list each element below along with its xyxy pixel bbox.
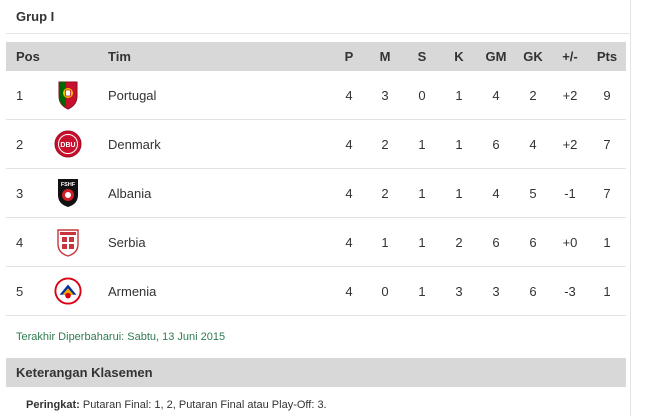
stat-points: 9 (603, 87, 611, 103)
stat-played: 4 (345, 234, 353, 250)
stat-goal-diff: -1 (564, 185, 576, 201)
team-name-link[interactable]: Albania (108, 169, 151, 217)
stat-drawn: 1 (418, 234, 426, 250)
stat-goals-for: 4 (492, 185, 500, 201)
stat-won: 2 (381, 185, 389, 201)
table-row: 5 Armenia 4 0 1 3 3 6 -3 1 (6, 267, 626, 316)
stat-goals-for: 6 (492, 136, 500, 152)
stat-points: 1 (603, 283, 611, 299)
stat-lost: 2 (455, 234, 463, 250)
albania-crest-text: FSHF (61, 182, 76, 188)
stat-goals-for: 6 (492, 234, 500, 250)
stat-goal-diff: +0 (562, 234, 578, 250)
stat-lost: 1 (455, 185, 463, 201)
serbia-crest-icon (54, 218, 82, 266)
stat-goals-against: 2 (529, 87, 537, 103)
stat-goal-diff: +2 (562, 136, 578, 152)
table-row: 1 Portugal 4 3 0 1 4 2 +2 9 (6, 71, 626, 120)
header-won: M (379, 49, 391, 64)
row-pos: 4 (16, 234, 24, 250)
stat-goal-diff: -3 (564, 283, 576, 299)
row-pos: 5 (16, 283, 24, 299)
header-played: P (344, 49, 354, 64)
row-pos: 3 (16, 185, 24, 201)
header-pos: Pos (16, 49, 40, 64)
stat-won: 1 (381, 234, 389, 250)
stat-won: 2 (381, 136, 389, 152)
stat-goal-diff: +2 (562, 87, 578, 103)
stat-drawn: 1 (418, 283, 426, 299)
stat-lost: 3 (455, 283, 463, 299)
divider (6, 33, 630, 34)
stat-goals-for: 3 (492, 283, 500, 299)
stat-points: 7 (603, 136, 611, 152)
team-name-link[interactable]: Denmark (108, 120, 161, 168)
divider (630, 0, 631, 416)
stat-lost: 1 (455, 87, 463, 103)
header-points: Pts (596, 49, 618, 64)
header-goal-diff: +/- (562, 49, 578, 64)
table-row: 4 Serbia 4 1 1 2 6 6 +0 1 (6, 218, 626, 267)
last-updated-text: Terakhir Diperbaharui: Sabtu, 13 Juni 20… (16, 331, 226, 343)
header-lost: K (454, 49, 464, 64)
legend-title: Keterangan Klasemen (16, 365, 153, 380)
stat-points: 1 (603, 234, 611, 250)
team-name-link[interactable]: Armenia (108, 267, 156, 315)
stat-drawn: 1 (418, 185, 426, 201)
legend-entry: Peringkat: Putaran Final: 1, 2, Putaran … (26, 399, 327, 411)
stat-played: 4 (345, 185, 353, 201)
table-header-row: Pos Tim P M S K GM GK +/- Pts (6, 42, 626, 71)
denmark-crest-text: DBU (60, 142, 75, 149)
row-pos: 1 (16, 87, 24, 103)
stat-lost: 1 (455, 136, 463, 152)
header-goals-for: GM (485, 49, 507, 64)
stat-goals-against: 4 (529, 136, 537, 152)
header-drawn: S (417, 49, 427, 64)
stat-played: 4 (345, 283, 353, 299)
stat-goals-against: 6 (529, 283, 537, 299)
portugal-crest-icon (54, 71, 82, 119)
stat-won: 3 (381, 87, 389, 103)
stat-drawn: 0 (418, 87, 426, 103)
table-row: 2 DBU Denmark 4 2 1 1 6 4 +2 7 (6, 120, 626, 169)
team-name-link[interactable]: Serbia (108, 218, 146, 266)
legend-label: Peringkat: (26, 399, 80, 411)
standings-table: Pos Tim P M S K GM GK +/- Pts 1 Portugal (6, 42, 626, 316)
header-goals-against: GK (523, 49, 543, 64)
row-pos: 2 (16, 136, 24, 152)
stat-drawn: 1 (418, 136, 426, 152)
header-team: Tim (108, 49, 131, 64)
group-title: Grup I (16, 9, 55, 24)
stat-played: 4 (345, 136, 353, 152)
stat-goals-against: 6 (529, 234, 537, 250)
stat-won: 0 (381, 283, 389, 299)
denmark-crest-icon: DBU (54, 120, 82, 168)
stat-goals-for: 4 (492, 87, 500, 103)
stat-goals-against: 5 (529, 185, 537, 201)
stat-played: 4 (345, 87, 353, 103)
stat-points: 7 (603, 185, 611, 201)
standings-page: Grup I Pos Tim P M S K GM GK +/- Pts 1 P… (0, 0, 654, 416)
table-row: 3 FSHF Albania 4 2 1 1 4 5 -1 7 (6, 169, 626, 218)
albania-crest-icon: FSHF (54, 169, 82, 217)
legend-text: Putaran Final: 1, 2, Putaran Final atau … (79, 399, 327, 411)
legend-header: Keterangan Klasemen (6, 358, 626, 387)
team-name-link[interactable]: Portugal (108, 71, 156, 119)
armenia-crest-icon (54, 267, 82, 315)
